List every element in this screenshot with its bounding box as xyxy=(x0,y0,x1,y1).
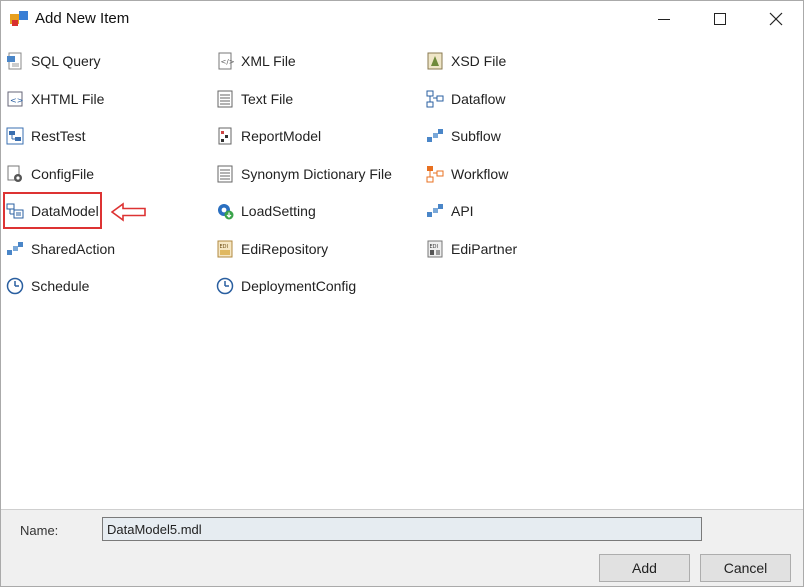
app-icon xyxy=(10,11,28,27)
xml-file-icon: </> xyxy=(216,52,234,70)
item-label: Text File xyxy=(241,91,294,107)
svg-text:EDI: EDI xyxy=(220,244,228,250)
item-config-file[interactable]: ConfigFile xyxy=(6,162,94,186)
item-schedule[interactable]: Schedule xyxy=(6,274,89,298)
item-list: SQL Query <> XHTML File RestTest ConfigF… xyxy=(1,37,803,510)
report-model-icon xyxy=(216,127,234,145)
config-file-icon xyxy=(6,165,24,183)
xhtml-file-icon: <> xyxy=(6,90,24,108)
shared-action-icon xyxy=(6,240,24,258)
close-button[interactable] xyxy=(753,1,799,37)
workflow-icon xyxy=(426,165,444,183)
item-label: Dataflow xyxy=(451,91,506,107)
schedule-icon xyxy=(6,277,24,295)
item-sql-query[interactable]: SQL Query xyxy=(6,49,101,73)
item-xhtml-file[interactable]: <> XHTML File xyxy=(6,87,104,111)
item-label: SharedAction xyxy=(31,241,116,257)
title-bar: Add New Item xyxy=(1,1,803,37)
selected-item-highlight xyxy=(3,192,102,229)
item-label: EdiPartner xyxy=(451,241,518,257)
edi-repository-icon: EDI xyxy=(216,240,234,258)
xsd-file-icon xyxy=(426,52,444,70)
subflow-icon xyxy=(426,127,444,145)
item-subflow[interactable]: Subflow xyxy=(426,124,501,148)
item-label: XHTML File xyxy=(31,91,105,107)
item-xml-file[interactable]: </> XML File xyxy=(216,49,296,73)
item-xsd-file[interactable]: XSD File xyxy=(426,49,506,73)
deployment-config-icon xyxy=(216,277,234,295)
item-rest-test[interactable]: RestTest xyxy=(6,124,85,148)
item-synonym-dictionary-file[interactable]: Synonym Dictionary File xyxy=(216,162,392,186)
sql-query-icon xyxy=(6,52,24,70)
item-label: XSD File xyxy=(451,53,507,69)
item-label: LoadSetting xyxy=(241,203,316,219)
item-label: API xyxy=(451,203,474,219)
maximize-button[interactable] xyxy=(697,1,743,37)
minimize-icon xyxy=(658,19,670,20)
add-new-item-dialog: Add New Item SQL Query <> XHTML File Res… xyxy=(0,0,804,587)
svg-text:<>: <> xyxy=(10,96,23,105)
dataflow-icon xyxy=(426,90,444,108)
item-shared-action[interactable]: SharedAction xyxy=(6,237,115,261)
item-dataflow[interactable]: Dataflow xyxy=(426,87,505,111)
item-label: ReportModel xyxy=(241,128,322,144)
item-label: Schedule xyxy=(31,278,90,294)
svg-text:</>: </> xyxy=(221,58,235,66)
item-workflow[interactable]: Workflow xyxy=(426,162,508,186)
load-setting-icon xyxy=(216,202,234,220)
item-label: Workflow xyxy=(451,166,509,182)
svg-text:EDI: EDI xyxy=(430,244,438,250)
edi-partner-icon: EDI xyxy=(426,240,444,258)
item-label: XML File xyxy=(241,53,296,69)
api-icon xyxy=(426,202,444,220)
item-load-setting[interactable]: LoadSetting xyxy=(216,199,316,223)
item-label: RestTest xyxy=(31,128,86,144)
text-file-icon xyxy=(216,90,234,108)
window-title: Add New Item xyxy=(35,10,130,27)
item-label: EdiRepository xyxy=(241,241,329,257)
synonym-dictionary-icon xyxy=(216,165,234,183)
minimize-button[interactable] xyxy=(641,1,687,37)
item-deployment-config[interactable]: DeploymentConfig xyxy=(216,274,356,298)
item-text-file[interactable]: Text File xyxy=(216,87,293,111)
name-input[interactable] xyxy=(102,517,702,541)
item-edi-repository[interactable]: EDI EdiRepository xyxy=(216,237,328,261)
close-icon xyxy=(769,12,783,26)
rest-test-icon xyxy=(6,127,24,145)
add-button[interactable]: Add xyxy=(599,554,690,582)
pointer-arrow-icon xyxy=(111,202,146,222)
maximize-icon xyxy=(714,13,726,25)
item-edi-partner[interactable]: EDI EdiPartner xyxy=(426,237,517,261)
item-label: Synonym Dictionary File xyxy=(241,166,392,182)
item-label: DeploymentConfig xyxy=(241,278,357,294)
item-report-model[interactable]: ReportModel xyxy=(216,124,321,148)
item-api[interactable]: API xyxy=(426,199,474,223)
item-label: SQL Query xyxy=(31,53,101,69)
item-label: ConfigFile xyxy=(31,166,95,182)
item-label: Subflow xyxy=(451,128,501,144)
name-label: Name: xyxy=(20,523,59,538)
cancel-button[interactable]: Cancel xyxy=(700,554,791,582)
